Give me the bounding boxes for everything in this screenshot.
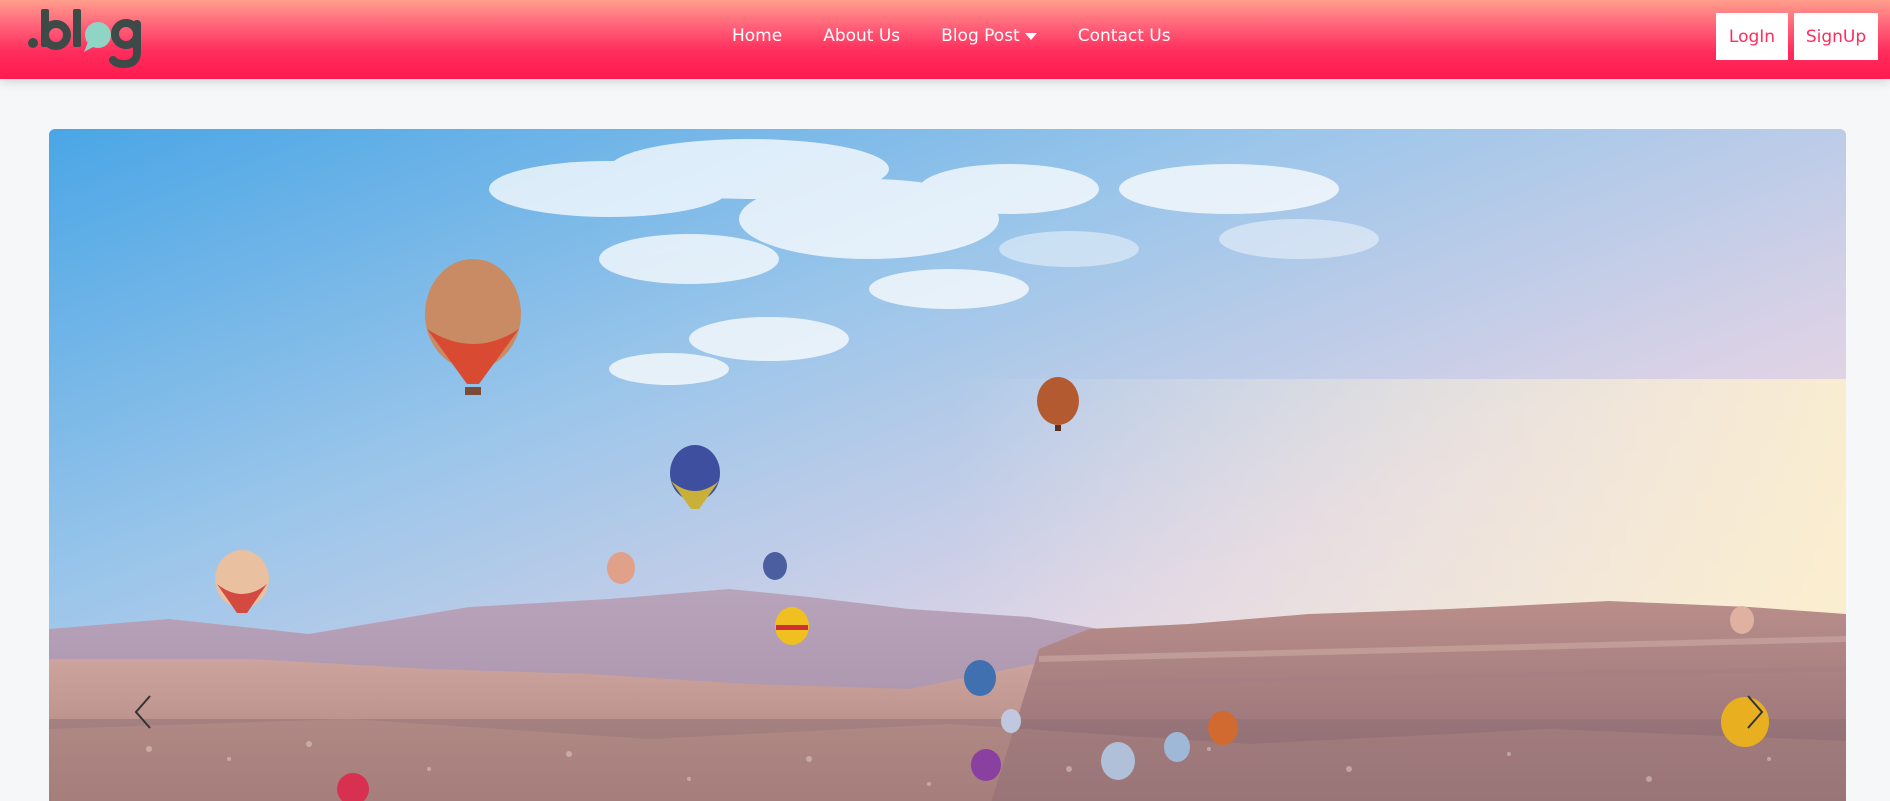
main-nav: Home About Us Blog Post Contact Us [732, 0, 1212, 72]
caret-down-icon [1024, 32, 1037, 40]
signup-button[interactable]: SignUp [1794, 13, 1878, 60]
login-button[interactable]: LogIn [1716, 13, 1788, 60]
carousel-next-button[interactable] [1740, 692, 1768, 732]
balloon-icon [1101, 742, 1135, 780]
balloon-icon [964, 660, 996, 696]
nav-about-us[interactable]: About Us [823, 26, 900, 46]
chevron-left-icon [134, 695, 151, 729]
chevron-right-icon [1747, 695, 1764, 729]
nav-about-us-label: About Us [823, 26, 901, 46]
balloon-icon [1208, 711, 1238, 745]
nav-home-label: Home [732, 26, 783, 46]
balloon-icon [1164, 732, 1190, 762]
nav-home[interactable]: Home [732, 26, 782, 46]
balloon-icon [775, 607, 809, 645]
hero-image [49, 129, 1846, 801]
nav-blog-post-dropdown[interactable]: Blog Post [941, 26, 1037, 46]
balloon-icon [763, 552, 787, 580]
balloon-icon [1730, 606, 1754, 634]
balloon-icon [971, 749, 1001, 781]
top-navbar: Home About Us Blog Post Contact Us LogIn… [0, 0, 1890, 79]
brand-logo[interactable] [28, 6, 153, 69]
balloon-icon [1001, 709, 1021, 733]
nav-blog-post-label: Blog Post [941, 26, 1020, 46]
carousel-prev-button[interactable] [130, 692, 158, 732]
balloon-icon [607, 552, 635, 584]
hero-carousel [49, 129, 1846, 801]
nav-contact-us-label: Contact Us [1077, 26, 1171, 46]
blog-logo-icon [28, 9, 141, 69]
nav-contact-us[interactable]: Contact Us [1078, 26, 1171, 46]
